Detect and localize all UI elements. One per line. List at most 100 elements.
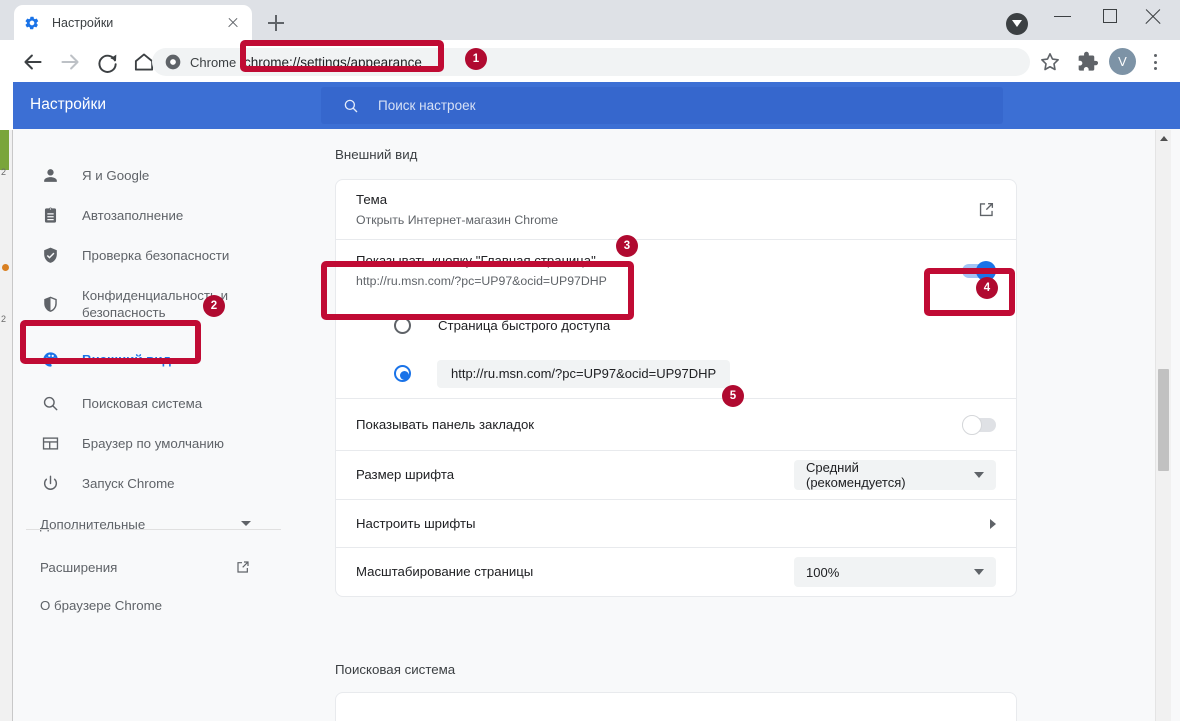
sidebar-item-label: Браузер по умолчанию [82, 435, 225, 451]
url-text: chrome://settings/appearance [244, 54, 422, 70]
settings-body: Я и Google Автозаполнение Проверка безоп… [13, 129, 1180, 721]
background-window-artifact [0, 130, 12, 721]
search-input[interactable] [378, 98, 1003, 113]
font-size-value: Средний (рекомендуется) [806, 460, 906, 490]
home-options-group: Страница быстрого доступа http://ru.msn.… [336, 301, 1016, 398]
clipboard-icon [40, 205, 60, 225]
close-icon[interactable] [224, 14, 242, 32]
sidebar-item-search-engine[interactable]: Поисковая система [13, 383, 293, 423]
search-engine-card [335, 692, 1017, 721]
close-window-button[interactable] [1133, 0, 1179, 33]
theme-title: Тема [356, 191, 388, 207]
annotation-badge-4: 4 [976, 277, 998, 299]
page-zoom-row[interactable]: Масштабирование страницы 100% [336, 547, 1016, 596]
new-tab-button[interactable] [262, 10, 290, 36]
sidebar-item-startup[interactable]: Запуск Chrome [13, 463, 293, 503]
search-icon [342, 97, 360, 115]
sidebar-item-autofill[interactable]: Автозаполнение [13, 195, 293, 235]
sidebar-about-label: О браузере Chrome [40, 597, 163, 613]
font-size-row[interactable]: Размер шрифта Средний (рекомендуется) [336, 450, 1016, 499]
chevron-down-icon [974, 569, 984, 575]
chevron-right-icon[interactable] [990, 518, 996, 529]
extensions-puzzle-icon[interactable] [1074, 49, 1100, 75]
option-new-tab-page[interactable]: Страница быстрого доступа [336, 301, 1016, 349]
customize-fonts-text: Настроить шрифты [356, 515, 990, 533]
home-button-text: Показывать кнопку "Главная страница" htt… [356, 252, 962, 290]
font-size-dropdown[interactable]: Средний (рекомендуется) [794, 460, 996, 490]
settings-page: Настройки Я и Google [13, 82, 1180, 721]
bookmark-star-icon[interactable] [1037, 49, 1063, 75]
background-window-dot [2, 264, 9, 271]
sidebar-item-about-chrome[interactable]: О браузере Chrome [13, 586, 293, 624]
sidebar-item-appearance[interactable]: Внешний вид [13, 339, 293, 379]
customize-fonts-row[interactable]: Настроить шрифты [336, 499, 1016, 547]
home-button-row[interactable]: Показывать кнопку "Главная страница" htt… [336, 239, 1016, 301]
person-icon [40, 165, 60, 185]
radio-new-tab-page[interactable] [394, 316, 411, 334]
sidebar-item-advanced[interactable]: Дополнительные [13, 505, 293, 543]
tab-settings[interactable]: Настройки [14, 5, 252, 40]
external-link-icon [235, 559, 251, 575]
home-button-toggle[interactable] [962, 260, 996, 281]
address-bar[interactable]: Chrome chrome://settings/appearance [152, 48, 1030, 76]
theme-row[interactable]: Тема Открыть Интернет-магазин Chrome [336, 180, 1016, 239]
browser-window-icon [40, 433, 60, 453]
maximize-button[interactable] [1087, 0, 1133, 33]
forward-arrow-icon[interactable] [57, 49, 83, 75]
settings-sidebar: Я и Google Автозаполнение Проверка безоп… [13, 129, 313, 721]
option-custom-url[interactable]: http://ru.msn.com/?pc=UP97&ocid=UP97DHP [336, 349, 1016, 398]
sidebar-item-privacy-security[interactable]: Конфиденциальность и безопасность [13, 275, 293, 329]
sidebar-item-label: Запуск Chrome [82, 475, 175, 491]
page-scrollbar[interactable] [1155, 130, 1171, 721]
power-icon [40, 473, 60, 493]
sidebar-divider [26, 529, 281, 530]
sidebar-item-label: Конфиденциальность и безопасность [82, 288, 228, 320]
bookmarks-bar-title: Показывать панель закладок [356, 416, 535, 432]
omnibox-chip-label: Chrome [190, 54, 237, 70]
reload-icon[interactable] [94, 49, 120, 75]
home-button-title: Показывать кнопку "Главная страница" [356, 252, 596, 268]
page-zoom-value: 100% [806, 564, 840, 580]
custom-url-input[interactable]: http://ru.msn.com/?pc=UP97&ocid=UP97DHP [437, 359, 731, 388]
url-text-wrap: chrome://settings/appearance [244, 50, 444, 74]
artifact-number-2: 2 [1, 314, 7, 324]
page-title: Настройки [30, 96, 107, 113]
page-zoom-text: Масштабирование страницы [356, 563, 794, 581]
settings-search[interactable] [321, 87, 1003, 124]
sidebar-item-you-and-google[interactable]: Я и Google [13, 155, 293, 195]
sidebar-item-extensions[interactable]: Расширения [13, 548, 293, 586]
three-dot-menu-icon[interactable] [1142, 49, 1168, 75]
avatar[interactable]: V [1109, 48, 1136, 75]
settings-header: Настройки [13, 82, 1180, 129]
section-title-appearance: Внешний вид [335, 147, 418, 162]
home-button-subtitle: http://ru.msn.com/?pc=UP97&ocid=UP97DHP [356, 273, 607, 288]
sidebar-item-label: Внешний вид [82, 351, 171, 367]
bookmarks-bar-toggle[interactable] [962, 414, 996, 435]
bookmarks-bar-row[interactable]: Показывать панель закладок [336, 398, 1016, 450]
shield-icon [40, 294, 60, 314]
bookmarks-bar-text: Показывать панель закладок [356, 416, 962, 434]
palette-icon [40, 349, 60, 369]
sidebar-item-safety-check[interactable]: Проверка безопасности [13, 235, 293, 275]
shield-check-icon [40, 245, 60, 265]
browser-window: 2 2 Настройки Chrome chrome://settings/a… [0, 0, 1180, 721]
scroll-up-arrow-icon[interactable] [1156, 130, 1172, 147]
download-arrow-icon[interactable] [1006, 13, 1028, 35]
external-link-icon[interactable] [977, 200, 996, 219]
settings-main: Внешний вид Тема Открыть Интернет-магази… [313, 129, 1168, 721]
chrome-logo-icon [165, 54, 181, 70]
minimize-button[interactable] [1041, 0, 1087, 33]
sidebar-item-label: Автозаполнение [82, 207, 184, 223]
page-zoom-title: Масштабирование страницы [356, 564, 534, 579]
browser-toolbar: Chrome chrome://settings/appearance V [0, 40, 1180, 82]
sidebar-item-default-browser[interactable]: Браузер по умолчанию [13, 423, 293, 463]
sidebar-item-label: Проверка безопасности [82, 247, 230, 263]
back-arrow-icon[interactable] [20, 49, 46, 75]
radio-label: Страница быстрого доступа [438, 317, 611, 333]
sidebar-extensions-label: Расширения [40, 559, 118, 575]
sidebar-item-label: Поисковая система [82, 395, 203, 411]
background-window-accent [0, 130, 9, 170]
radio-custom-url[interactable] [394, 365, 411, 382]
page-zoom-dropdown[interactable]: 100% [794, 557, 996, 587]
scrollbar-thumb[interactable] [1158, 369, 1169, 471]
